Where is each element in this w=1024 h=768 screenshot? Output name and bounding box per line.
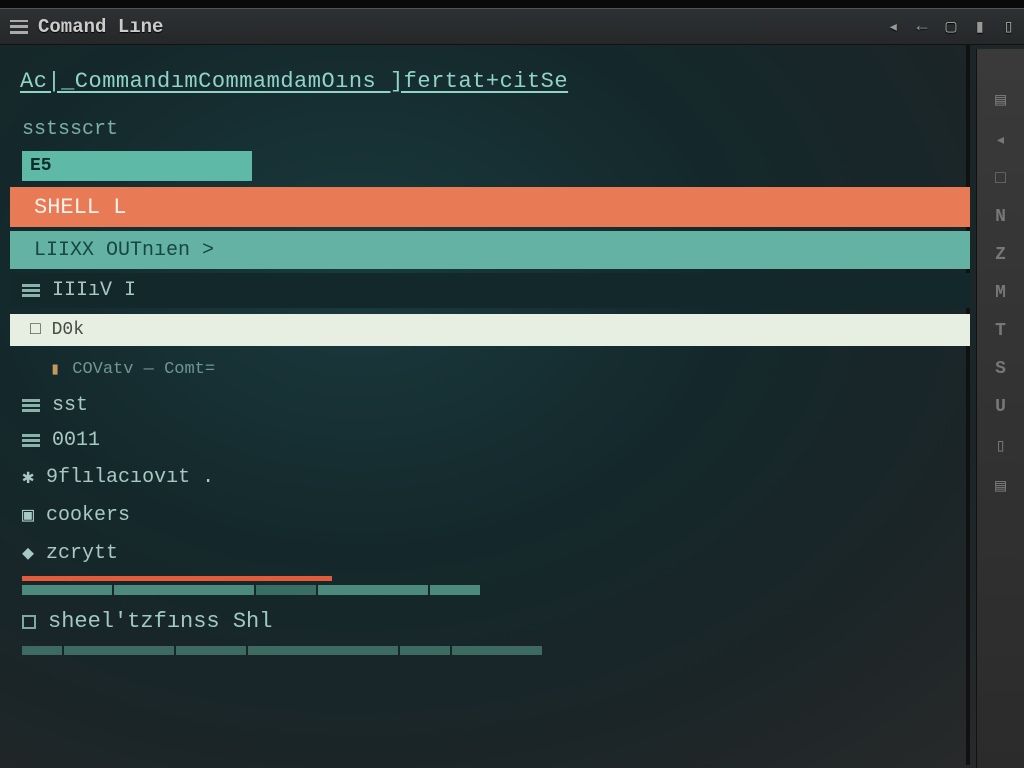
list-item[interactable]: ✱ 9flılacıovıt . xyxy=(10,458,970,496)
footer-row-label: sheel'tzfınss Shl xyxy=(48,609,272,634)
row-iiivi[interactable]: IIIıV I xyxy=(10,273,970,308)
square-icon xyxy=(22,615,36,629)
list-item-label: 0011 xyxy=(52,429,100,452)
sidebar-item-icon[interactable]: ▯ xyxy=(995,435,1006,457)
output-row-label: LIIXX OUTnıen > xyxy=(34,239,214,262)
main-panel: Ac|_CommandımCommamdamOıns ]fertat+citSe… xyxy=(10,51,970,768)
terminal-icon xyxy=(22,284,40,298)
list-icon xyxy=(22,399,40,413)
shell-row-label: SHELL L xyxy=(34,195,126,220)
status-blocks-bottom xyxy=(22,646,970,655)
titlebar-controls: ◂ ← ▢ ▮ ▯ xyxy=(888,16,1014,38)
sidebar-item-icon[interactable]: U xyxy=(995,397,1006,417)
file-icon: ▮ xyxy=(50,359,60,380)
list-item[interactable]: ▮ COVatv — Comt= xyxy=(10,354,970,388)
progress-bar-label: E5 xyxy=(30,156,52,176)
command-input-placeholder: □ D0k xyxy=(30,320,84,340)
breadcrumb[interactable]: Ac|_CommandımCommamdamOıns ]fertat+citSe xyxy=(10,61,970,108)
titlebar[interactable]: Comand Lıne ◂ ← ▢ ▮ ▯ xyxy=(0,9,1024,45)
section-label-script: sstsscrt xyxy=(10,108,970,149)
sidebar-item-icon[interactable]: ▤ xyxy=(995,89,1006,111)
list-item-label: cookers xyxy=(46,504,130,527)
shell-row-selected[interactable]: SHELL L xyxy=(10,187,970,227)
window-title: Comand Lıne xyxy=(38,16,163,38)
sidebar-item-icon[interactable]: Z xyxy=(995,245,1006,265)
command-input[interactable]: □ D0k xyxy=(10,314,970,346)
sidebar-item-icon[interactable]: S xyxy=(995,359,1006,379)
list-item-label: 9flılacıovıt . xyxy=(46,466,214,489)
right-sidebar: ▤ ◂ □ N Z M T S U ▯ ▤ xyxy=(976,49,1024,768)
list-item[interactable]: sst xyxy=(10,388,970,423)
sidebar-item-icon[interactable]: ◂ xyxy=(995,129,1006,151)
list-icon xyxy=(22,434,40,448)
gear-icon: ✱ xyxy=(22,464,34,490)
list-item-label: COVatv — Comt= xyxy=(72,360,215,379)
window: Comand Lıne ◂ ← ▢ ▮ ▯ Ac|_CommandımComma… xyxy=(0,8,1024,768)
nav-back-small-icon[interactable]: ◂ xyxy=(888,16,899,38)
app-icon xyxy=(10,20,28,34)
window-close-icon[interactable]: ▯ xyxy=(1003,16,1014,38)
footer-row[interactable]: sheel'tzfınss Shl xyxy=(10,601,970,642)
list-item-label: sst xyxy=(52,394,88,417)
window-minimize-icon[interactable]: ▮ xyxy=(974,16,985,38)
sidebar-item-icon[interactable]: T xyxy=(995,321,1006,341)
window-maximize-icon[interactable]: ▢ xyxy=(945,16,956,38)
list-item[interactable]: ◆ zcrytt xyxy=(10,534,970,572)
sidebar-item-icon[interactable]: ▤ xyxy=(995,475,1006,497)
box-icon: ▣ xyxy=(22,502,34,528)
sidebar-item-icon[interactable]: □ xyxy=(995,169,1006,189)
list-item-label: zcrytt xyxy=(46,542,118,565)
nav-back-icon[interactable]: ← xyxy=(917,17,928,37)
list-item[interactable]: 0011 xyxy=(10,423,970,458)
status-blocks xyxy=(22,585,970,595)
list-item[interactable]: ▣ cookers xyxy=(10,496,970,534)
window-top-border xyxy=(0,0,1024,8)
shield-icon: ◆ xyxy=(22,540,34,566)
highlight-underline xyxy=(22,576,332,581)
row-iiivi-label: IIIıV I xyxy=(52,279,136,302)
output-row[interactable]: LIIXX OUTnıen > xyxy=(10,231,970,269)
sidebar-item-icon[interactable]: M xyxy=(995,283,1006,303)
sidebar-item-icon[interactable]: N xyxy=(995,207,1006,227)
progress-bar-small: E5 xyxy=(22,151,252,181)
